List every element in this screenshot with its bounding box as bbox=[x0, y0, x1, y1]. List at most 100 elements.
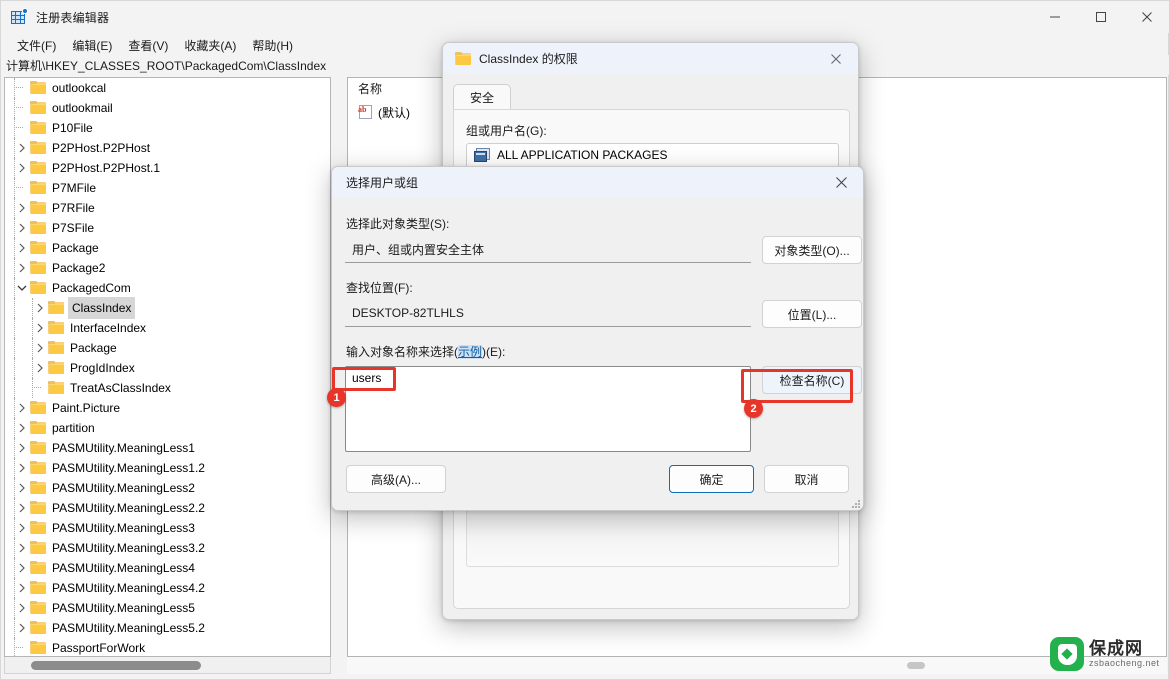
tree-item[interactable]: PASMUtility.MeaningLess3 bbox=[5, 518, 330, 538]
select-user-titlebar: 选择用户或组 bbox=[332, 167, 863, 198]
object-type-field[interactable]: 用户、组或内置安全主体 bbox=[345, 236, 751, 263]
chevron-down-icon[interactable] bbox=[14, 278, 30, 298]
chevron-right-icon[interactable] bbox=[14, 218, 30, 238]
list-item[interactable]: ALL APPLICATION PACKAGES bbox=[467, 144, 838, 166]
location-button[interactable]: 位置(L)... bbox=[762, 300, 862, 328]
tree-item[interactable]: P10File bbox=[5, 118, 330, 138]
tree-item[interactable]: P2PHost.P2PHost bbox=[5, 138, 330, 158]
chevron-right-icon[interactable] bbox=[32, 358, 48, 378]
chevron-right-icon[interactable] bbox=[14, 158, 30, 178]
tree-item-label: P7RFile bbox=[52, 201, 95, 215]
tree-item[interactable]: Package bbox=[5, 238, 330, 258]
chevron-right-icon[interactable] bbox=[14, 258, 30, 278]
tree-item[interactable]: ProgIdIndex bbox=[5, 358, 330, 378]
tree-item[interactable]: PASMUtility.MeaningLess1 bbox=[5, 438, 330, 458]
check-names-button[interactable]: 检查名称(C) bbox=[762, 366, 862, 394]
tree-item[interactable]: P2PHost.P2PHost.1 bbox=[5, 158, 330, 178]
tree-item[interactable]: P7MFile bbox=[5, 178, 330, 198]
object-type-button[interactable]: 对象类型(O)... bbox=[762, 236, 862, 264]
folder-icon bbox=[30, 181, 47, 195]
annotation-badge-1: 1 bbox=[327, 388, 346, 407]
tree-item[interactable]: Package bbox=[5, 338, 330, 358]
folder-icon bbox=[30, 141, 47, 155]
tree-item[interactable]: PASMUtility.MeaningLess3.2 bbox=[5, 538, 330, 558]
tree-item[interactable]: ClassIndex bbox=[5, 297, 330, 319]
tree-item[interactable]: PassportForWork bbox=[5, 638, 330, 656]
tree-horizontal-scrollbar[interactable] bbox=[4, 657, 331, 674]
registry-icon bbox=[10, 8, 28, 26]
menu-item-help[interactable]: 帮助(H) bbox=[244, 34, 301, 57]
folder-icon bbox=[30, 561, 47, 575]
tree-item-label: PASMUtility.MeaningLess2 bbox=[52, 481, 195, 495]
chevron-right-icon[interactable] bbox=[14, 238, 30, 258]
tree-item[interactable]: PASMUtility.MeaningLess4.2 bbox=[5, 578, 330, 598]
folder-icon bbox=[30, 101, 47, 115]
chevron-right-icon[interactable] bbox=[14, 498, 30, 518]
object-name-label: 输入对象名称来选择(示例)(E): bbox=[346, 343, 505, 360]
chevron-right-icon[interactable] bbox=[14, 198, 30, 218]
tree-item[interactable]: Package2 bbox=[5, 258, 330, 278]
tree-item[interactable]: PASMUtility.MeaningLess5 bbox=[5, 598, 330, 618]
chevron-right-icon[interactable] bbox=[14, 418, 30, 438]
chevron-right-icon[interactable] bbox=[32, 318, 48, 338]
tree-item[interactable]: outlookcal bbox=[5, 78, 330, 98]
registry-tree-pane[interactable]: outlookcal outlookmail P10File P2PHost.P2PH… bbox=[4, 77, 331, 657]
tree-item[interactable]: PASMUtility.MeaningLess2.2 bbox=[5, 498, 330, 518]
tree-scrollbar-thumb[interactable] bbox=[31, 661, 201, 670]
values-horizontal-scrollbar[interactable] bbox=[347, 657, 1167, 674]
tree-item[interactable]: P7SFile bbox=[5, 218, 330, 238]
menu-item-view[interactable]: 查看(V) bbox=[120, 34, 176, 57]
tree-item[interactable]: PackagedCom bbox=[5, 278, 330, 298]
location-field[interactable]: DESKTOP-82TLHLS bbox=[345, 300, 751, 327]
chevron-right-icon[interactable] bbox=[14, 518, 30, 538]
chevron-right-icon[interactable] bbox=[14, 438, 30, 458]
values-scrollbar-thumb[interactable] bbox=[907, 662, 925, 669]
select-user-close-button[interactable] bbox=[819, 167, 863, 198]
tree-item-label: PassportForWork bbox=[52, 641, 146, 655]
chevron-right-icon[interactable] bbox=[14, 538, 30, 558]
chevron-right-icon[interactable] bbox=[32, 298, 48, 318]
permissions-close-button[interactable] bbox=[814, 43, 858, 74]
permissions-dialog-titlebar: ClassIndex 的权限 bbox=[443, 43, 858, 74]
chevron-right-icon[interactable] bbox=[14, 558, 30, 578]
resize-grip[interactable] bbox=[851, 499, 862, 510]
close-button[interactable] bbox=[1124, 1, 1169, 33]
select-user-ok-button[interactable]: 确定 bbox=[669, 465, 754, 493]
object-name-input[interactable]: users bbox=[345, 366, 751, 452]
tree-item[interactable]: TreatAsClassIndex bbox=[5, 378, 330, 398]
tree-item[interactable]: PASMUtility.MeaningLess2 bbox=[5, 478, 330, 498]
registry-tree[interactable]: outlookcal outlookmail P10File P2PHost.P2PH… bbox=[5, 78, 330, 656]
chevron-right-icon[interactable] bbox=[32, 338, 48, 358]
minimize-button[interactable] bbox=[1032, 1, 1078, 33]
tree-item[interactable]: PASMUtility.MeaningLess1.2 bbox=[5, 458, 330, 478]
tree-item[interactable]: Paint.Picture bbox=[5, 398, 330, 418]
tree-item[interactable]: PASMUtility.MeaningLess5.2 bbox=[5, 618, 330, 638]
tree-item-label: PASMUtility.MeaningLess2.2 bbox=[52, 501, 205, 515]
examples-link[interactable]: 示例 bbox=[458, 345, 483, 359]
maximize-button[interactable] bbox=[1078, 1, 1124, 33]
tree-item-label: PASMUtility.MeaningLess5 bbox=[52, 601, 195, 615]
tree-item[interactable]: partition bbox=[5, 418, 330, 438]
advanced-button[interactable]: 高级(A)... bbox=[346, 465, 446, 493]
permissions-dialog-title: ClassIndex 的权限 bbox=[479, 52, 578, 66]
tree-item[interactable]: PASMUtility.MeaningLess4 bbox=[5, 558, 330, 578]
chevron-right-icon[interactable] bbox=[14, 478, 30, 498]
chevron-right-icon[interactable] bbox=[14, 598, 30, 618]
chevron-right-icon[interactable] bbox=[14, 138, 30, 158]
value-name: (默认) bbox=[378, 105, 410, 120]
tree-item[interactable]: outlookmail bbox=[5, 98, 330, 118]
menu-item-favorites[interactable]: 收藏夹(A) bbox=[176, 34, 244, 57]
chevron-right-icon[interactable] bbox=[14, 398, 30, 418]
tree-item[interactable]: InterfaceIndex bbox=[5, 318, 330, 338]
chevron-right-icon[interactable] bbox=[14, 458, 30, 478]
folder-icon bbox=[30, 81, 47, 95]
application-packages-icon bbox=[474, 147, 491, 163]
select-user-cancel-button[interactable]: 取消 bbox=[764, 465, 849, 493]
chevron-right-icon[interactable] bbox=[14, 618, 30, 638]
menu-item-file[interactable]: 文件(F) bbox=[9, 34, 64, 57]
menu-item-edit[interactable]: 编辑(E) bbox=[64, 34, 120, 57]
chevron-right-icon[interactable] bbox=[14, 578, 30, 598]
tree-item-label: partition bbox=[52, 421, 95, 435]
tree-item[interactable]: P7RFile bbox=[5, 198, 330, 218]
tab-security[interactable]: 安全 bbox=[453, 84, 512, 110]
